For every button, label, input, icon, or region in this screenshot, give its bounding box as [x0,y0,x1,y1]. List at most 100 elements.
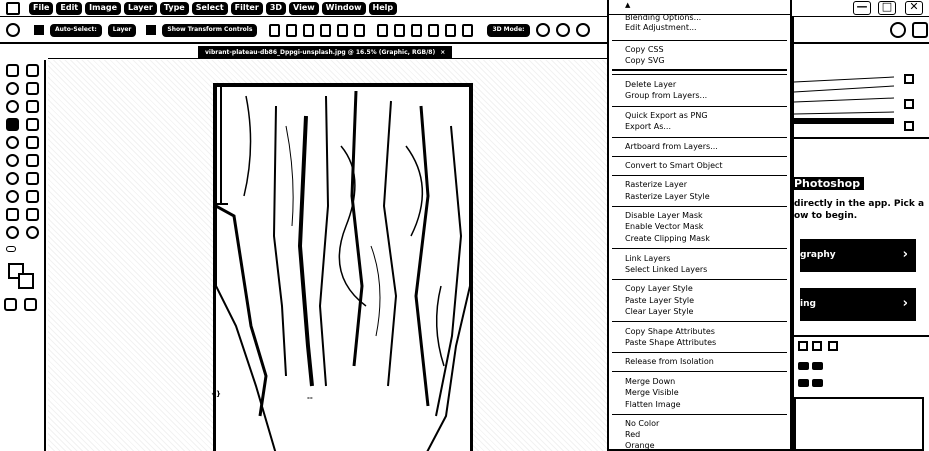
menu-view[interactable]: View [289,1,319,15]
lasso-tool-icon[interactable] [26,82,39,95]
document-tab[interactable]: vibrant-plateau-db86_Dppgi-unsplash.jpg … [198,46,453,59]
menu-paste-shape-attributes[interactable]: Paste Shape Attributes [625,338,716,348]
quick-mask-icon[interactable] [4,298,17,311]
scroll-up-arrow-icon[interactable]: ▲ [625,1,630,9]
menu-create-clipping-mask[interactable]: Create Clipping Mask [625,234,710,244]
move-tool-icon[interactable] [6,64,19,77]
screen-mode-icon[interactable] [24,298,37,311]
layer-blend-mode[interactable] [798,362,809,370]
color-picker-preview[interactable] [794,72,904,124]
eraser-tool-icon[interactable] [26,154,39,167]
layer-fill[interactable] [812,379,823,387]
close-button[interactable]: ✕ [905,0,923,15]
history-brush-tool-icon[interactable] [6,154,19,167]
3d-roll-icon[interactable] [555,23,570,37]
tutorial-card-2[interactable]: ing › [800,288,916,321]
panel-button-2-icon[interactable] [904,99,914,109]
menu-layer[interactable]: Layer [124,1,157,15]
align-left-icon[interactable] [269,23,281,37]
align-center-icon[interactable] [286,23,298,37]
distribute-6-icon[interactable] [462,23,474,37]
menu-filter[interactable]: Filter [230,1,263,15]
menu-color-orange[interactable]: Orange [625,441,655,451]
layer-filter-icon[interactable] [798,341,808,351]
menu-group-from-layers[interactable]: Group from Layers... [625,91,707,101]
distribute-3-icon[interactable] [411,23,423,37]
distribute-4-icon[interactable] [428,23,440,37]
menu-copy-css[interactable]: Copy CSS [625,45,664,55]
maximize-button[interactable]: □ [878,0,896,15]
tutorial-card-photography[interactable]: graphy › [800,239,916,272]
menu-copy-svg[interactable]: Copy SVG [625,56,665,66]
align-middle-icon[interactable] [337,23,349,37]
menu-merge-visible[interactable]: Merge Visible [625,388,679,398]
layer-kind-icon[interactable] [812,341,822,351]
menu-select[interactable]: Select [191,1,228,15]
menu-artboard-from-layers[interactable]: Artboard from Layers... [625,142,718,152]
menu-link-layers[interactable]: Link Layers [625,254,670,264]
3d-pan-icon[interactable] [575,23,590,37]
quick-select-tool-icon[interactable] [6,100,19,113]
gradient-tool-icon[interactable] [6,172,19,185]
menu-flatten-image[interactable]: Flatten Image [625,400,681,410]
show-transform-checkbox[interactable] [146,25,157,35]
path-selection-tool-icon[interactable] [26,208,39,221]
menu-blending-options[interactable]: Blending Options... [625,13,701,23]
dodge-tool-icon[interactable] [6,190,19,203]
menu-quick-export-png[interactable]: Quick Export as PNG [625,111,708,121]
menu-release-from-isolation[interactable]: Release from Isolation [625,357,714,367]
workspace-icon[interactable] [912,22,928,38]
menu-no-color[interactable]: No Color [625,419,659,429]
menu-paste-layer-style[interactable]: Paste Layer Style [625,296,694,306]
menu-copy-shape-attributes[interactable]: Copy Shape Attributes [625,327,715,337]
search-icon[interactable] [890,22,906,38]
menu-copy-layer-style[interactable]: Copy Layer Style [625,284,693,294]
menu-disable-layer-mask[interactable]: Disable Layer Mask [625,211,703,221]
panel-button-1-icon[interactable] [904,74,914,84]
close-tab-icon[interactable]: × [440,49,445,56]
eyedropper-tool-icon[interactable] [6,118,19,131]
menu-type[interactable]: Type [159,1,189,15]
marquee-tool-icon[interactable] [6,82,19,95]
auto-select-checkbox[interactable] [34,25,44,35]
menu-image[interactable]: Image [85,1,122,15]
layers-list[interactable] [794,397,924,451]
clone-stamp-tool-icon[interactable] [26,136,39,149]
crop-tool-icon[interactable] [26,100,39,113]
align-right-icon[interactable] [303,23,315,37]
photoshop-logo-icon[interactable] [6,1,20,15]
menu-edit[interactable]: Edit [56,1,83,15]
artboard-tool-icon[interactable] [26,64,39,77]
type-tool-icon[interactable] [6,208,19,221]
3d-rotate-icon[interactable] [535,23,550,37]
menu-merge-down[interactable]: Merge Down [625,377,675,387]
auto-select-dropdown[interactable]: Layer [107,23,137,37]
pen-tool-icon[interactable] [26,190,39,203]
move-tool-icon[interactable] [6,23,20,37]
distribute-5-icon[interactable] [445,23,457,37]
menu-select-linked-layers[interactable]: Select Linked Layers [625,265,707,275]
more-tools-icon[interactable] [6,246,16,252]
distribute-2-icon[interactable] [394,23,406,37]
layer-lock[interactable] [798,379,809,387]
brush-tool-icon[interactable] [6,136,19,149]
background-color-swatch[interactable] [18,273,34,289]
distribute-icon[interactable] [377,23,389,37]
menu-delete-layer[interactable]: Delete Layer [625,80,676,90]
minimize-button[interactable]: — [853,0,871,15]
healing-brush-tool-icon[interactable] [26,118,39,131]
menu-rasterize-layer[interactable]: Rasterize Layer [625,180,687,190]
align-top-icon[interactable] [320,23,332,37]
menu-export-as[interactable]: Export As... [625,122,671,132]
align-bottom-icon[interactable] [354,23,366,37]
menu-window[interactable]: Window [321,1,366,15]
layer-adjust-icon[interactable] [828,341,838,351]
document-canvas[interactable] [213,83,473,451]
menu-rasterize-layer-style[interactable]: Rasterize Layer Style [625,192,710,202]
menu-clear-layer-style[interactable]: Clear Layer Style [625,307,693,317]
layer-opacity[interactable] [812,362,823,370]
blur-tool-icon[interactable] [26,172,39,185]
menu-3d[interactable]: 3D [265,1,287,15]
menu-convert-smart-object[interactable]: Convert to Smart Object [625,161,723,171]
menu-file[interactable]: File [29,1,54,15]
